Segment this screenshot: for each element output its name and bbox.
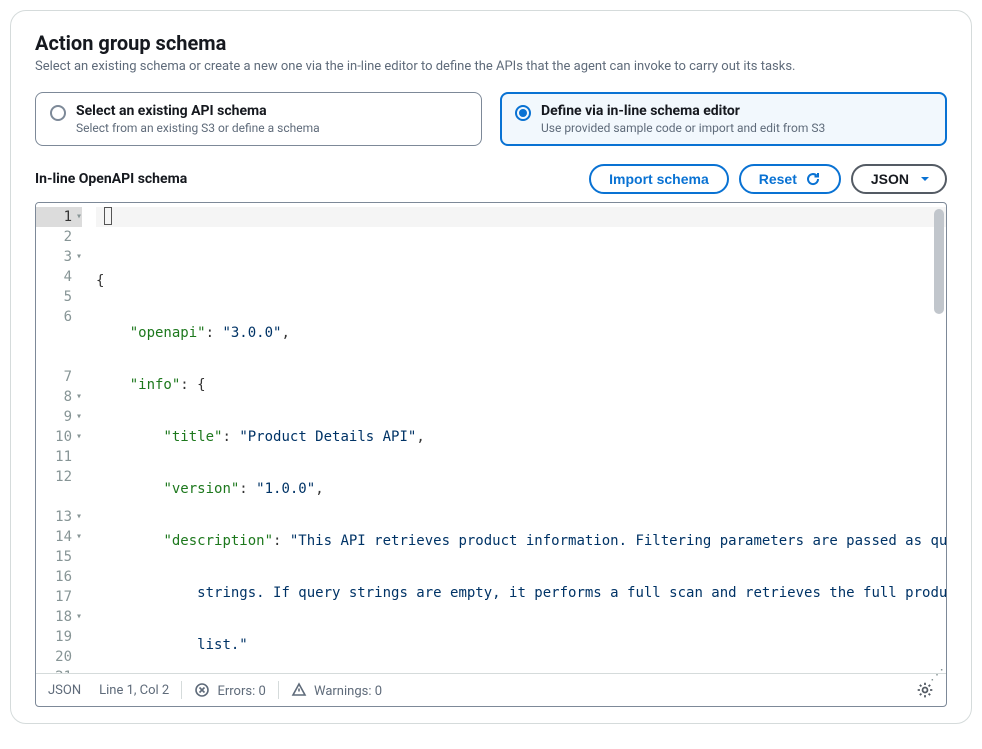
panel-subtitle: Select an existing schema or create a ne…	[35, 59, 947, 74]
error-icon	[194, 682, 210, 698]
option-inline-sub: Use provided sample code or import and e…	[541, 121, 825, 135]
text-cursor	[104, 207, 112, 225]
status-language: JSON	[48, 683, 81, 698]
caret-down-icon	[917, 171, 933, 187]
status-warnings: Warnings: 0	[291, 682, 382, 699]
status-cursor-position: Line 1, Col 2	[99, 683, 169, 698]
action-group-schema-panel: Action group schema Select an existing s…	[10, 10, 972, 724]
radio-icon	[515, 105, 531, 121]
editor-status-bar: JSON Line 1, Col 2 Errors: 0 Warnings: 0	[36, 673, 946, 706]
import-schema-button[interactable]: Import schema	[589, 164, 729, 194]
radio-icon	[50, 105, 66, 121]
option-existing-sub: Select from an existing S3 or define a s…	[76, 121, 320, 135]
option-existing-label: Select an existing API schema	[76, 103, 320, 119]
editor-section-title: In-line OpenAPI schema	[35, 171, 187, 187]
panel-title: Action group schema	[35, 31, 947, 55]
option-inline-label: Define via in-line schema editor	[541, 103, 825, 119]
line-number-gutter: 1 2 3 4 5 6 7 8 9 10 11 12 13 14 15 16 1…	[36, 203, 88, 673]
refresh-icon	[805, 171, 821, 187]
import-schema-label: Import schema	[609, 171, 709, 187]
code-content[interactable]: { "openapi": "3.0.0", "info": { "title":…	[88, 203, 946, 673]
schema-source-radio-group: Select an existing API schema Select fro…	[35, 92, 947, 146]
status-errors: Errors: 0	[194, 682, 266, 699]
scrollbar-thumb[interactable]	[934, 209, 944, 314]
settings-icon[interactable]	[916, 681, 934, 699]
editor-header: In-line OpenAPI schema Import schema Res…	[35, 164, 947, 194]
format-label: JSON	[871, 171, 909, 187]
option-inline-editor[interactable]: Define via in-line schema editor Use pro…	[500, 92, 947, 146]
option-existing-schema[interactable]: Select an existing API schema Select fro…	[35, 92, 482, 146]
reset-button[interactable]: Reset	[739, 164, 841, 194]
code-editor[interactable]: 1 2 3 4 5 6 7 8 9 10 11 12 13 14 15 16 1…	[35, 202, 947, 707]
warning-icon	[291, 682, 307, 698]
reset-label: Reset	[759, 171, 797, 187]
format-dropdown[interactable]: JSON	[851, 164, 947, 194]
